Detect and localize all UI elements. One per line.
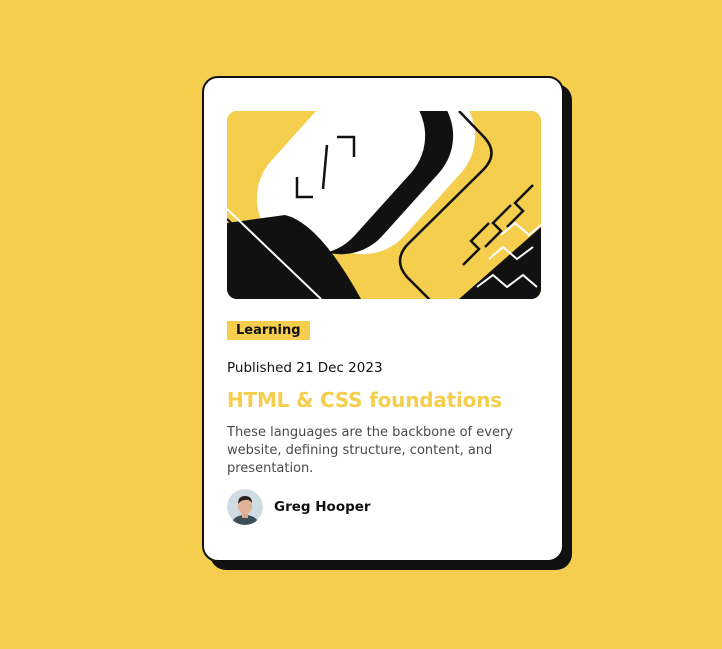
category-tag: Learning	[227, 321, 310, 340]
author-name: Greg Hooper	[274, 499, 371, 515]
blog-preview-card: Learning Published 21 Dec 2023 HTML & CS…	[202, 76, 564, 562]
card-title[interactable]: HTML & CSS foundations	[227, 386, 502, 414]
card-description: These languages are the backbone of ever…	[227, 425, 513, 476]
avatar	[227, 489, 263, 525]
hero-illustration	[227, 111, 541, 299]
published-date: Published 21 Dec 2023	[227, 360, 383, 376]
author: Greg Hooper	[227, 489, 371, 525]
